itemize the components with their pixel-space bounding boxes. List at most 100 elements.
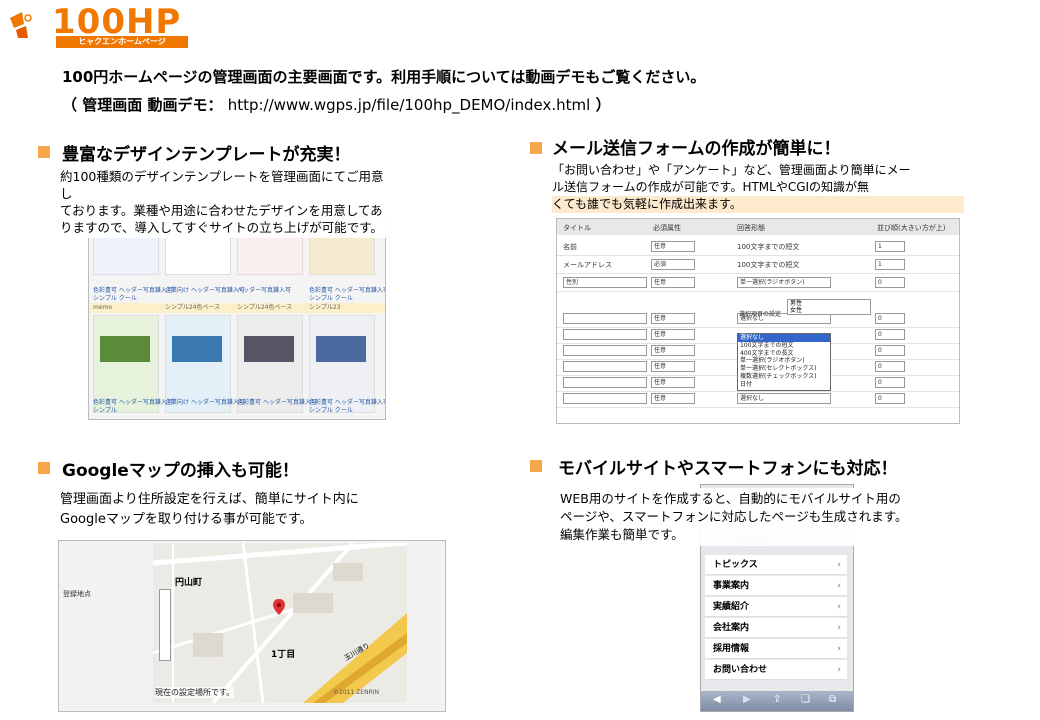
logo-mark-icon [10,12,32,38]
choices-textarea[interactable]: 男性 女性 [787,299,871,315]
field-title-input[interactable] [563,377,647,388]
order-input[interactable]: 0 [875,361,905,372]
required-select[interactable]: 任意 [651,313,695,324]
chevron-right-icon: › [837,560,841,570]
field-title: メールアドレス [563,261,612,269]
intro-line-1: 100円ホームページの管理画面の主要画面です。利用手順については動画デモもご覧く… [62,68,706,86]
field-title-input[interactable] [563,393,647,404]
field-title-input[interactable] [563,345,647,356]
intro-end: ） [595,96,611,114]
choice-label: 選択項目の設定 [739,311,782,318]
required-select[interactable]: 必須 [651,259,695,270]
form-table-row: メールアドレス 必須 100文字までの短文 1 [557,257,959,274]
answer-type-select[interactable]: 選択なし [737,393,831,404]
template-caption: 色彩豊可 ヘッダー写真鎌入可 [309,399,386,406]
required-select[interactable]: 任意 [651,277,695,288]
order-input[interactable]: 0 [875,345,905,356]
required-select[interactable]: 任意 [651,377,695,388]
demo-url-link[interactable]: http://www.wgps.jp/file/100hp_DEMO/index… [228,96,591,114]
mobile-menu-label: お問い合わせ [713,665,768,675]
field-title-input[interactable] [563,329,647,340]
bullet-square-icon [38,462,50,474]
chevron-right-icon: › [837,602,841,612]
templates-screenshot: 色彩豊可 ヘッダー写真鎌入可 企業向け ヘッダー写真鎌入可 ヘッダー写真鎌入可 … [88,222,386,420]
mobile-menu-item[interactable]: 実績紹介 › [705,597,847,617]
map-label-maruyamacho: 円山町 [175,578,203,588]
required-select[interactable]: 任意 [651,361,695,372]
field-title-input[interactable] [563,313,647,324]
template-caption: 色彩豊可 ヘッダー写真鎌入可 [237,399,317,406]
order-input[interactable]: 0 [875,329,905,340]
form-table-row: 性別 任意 単一選択(ラジオボタン) 0 [557,275,959,292]
chevron-right-icon: › [837,665,841,675]
order-input[interactable]: 1 [875,259,905,270]
template-caption: 色彩豊可 ヘッダー写真鎌入可 [93,287,173,294]
map-label-1chome: 1丁目 [271,650,296,660]
answer-type-dropdown-list[interactable]: 選択なし 100文字までの短文 400文字までの長文 単一選択(ラジオボタン) … [737,333,831,391]
form-table-header: タイトル 必須属性 回答形態 並び順(大きい方が上) [557,219,959,235]
form-table-row: 任意 選択なし 0 [557,391,959,408]
logo: 100HP ヒャクエンホームページ [8,4,188,50]
googlemap-title: Googleマップの挿入も可能！ [62,461,299,481]
template-caption: シンプル [93,407,117,414]
googlemap-screenshot: 登録地点 円山町 1丁目 玉川通り ©2011 ZENRIN 現在の設定場所です… [58,540,446,712]
mailform-screenshot: タイトル 必須属性 回答形態 並び順(大きい方が上) 名前 任意 100文字までの短… [556,218,960,424]
intro-line-2: （ 管理画面 動画デモ： http://www.wgps.jp/file/100… [62,94,611,115]
answer-type-select[interactable]: 単一選択(ラジオボタン) [737,277,831,288]
order-input[interactable]: 0 [875,377,905,388]
map-marker-icon[interactable] [273,599,285,615]
mobile-browser-toolbar: ◀ ▶ ⇪ ❏ ⧉ [701,691,853,711]
required-select[interactable]: 任意 [651,393,695,404]
field-title: 名前 [563,243,577,251]
registered-point-label: 登録地点 [63,590,91,598]
order-input[interactable]: 1 [875,241,905,252]
logo-subtitle: ヒャクエンホームページ [56,36,188,48]
mobile-menu-label: 会社案内 [713,623,750,633]
mobile-menu-item[interactable]: 採用情報 › [705,639,847,659]
field-title-input[interactable] [563,361,647,372]
required-select[interactable]: 任意 [651,345,695,356]
required-select[interactable]: 任意 [651,329,695,340]
logo-text: 100HP [52,2,182,42]
answer-type-text: 100文字までの短文 [737,261,800,269]
field-title-input[interactable]: 性別 [563,277,647,288]
template-caption: 色彩豊可 ヘッダー写真鎌入可 [309,287,386,294]
mobile-menu-label: トピックス [713,560,758,570]
bullet-square-icon [530,142,542,154]
mobile-title: モバイルサイトやスマートフォンにも対応！ [558,459,898,479]
mobile-menu-item[interactable]: お問い合わせ › [705,660,847,680]
map-copyright: ©2011 ZENRIN [333,689,379,696]
mobile-menu-label: 実績紹介 [713,602,750,612]
mobile-menu-item[interactable]: 会社案内 › [705,618,847,638]
mobile-menu-item[interactable]: 事業案内 › [705,576,847,596]
map-canvas[interactable]: 円山町 1丁目 玉川通り ©2011 ZENRIN [153,543,407,703]
current-location-note: 現在の設定場所です。 [155,687,235,698]
intro-demo-label: （ 管理画面 動画デモ： [62,96,223,114]
mobile-menu-item[interactable]: トピックス › [705,555,847,575]
template-caption: ヘッダー写真鎌入可 [237,287,292,294]
map-zoom-slider[interactable] [159,589,171,661]
chevron-right-icon: › [837,644,841,654]
order-input[interactable]: 0 [875,277,905,288]
template-caption: シンプル クール [309,295,353,302]
chevron-right-icon: › [837,581,841,591]
templates-description: 約100種類のデザインテンプレートを管理画面にてご用意し ております。業種や用途… [56,166,394,238]
tabs-icon[interactable]: ⧉ [829,694,836,705]
template-caption: シンプル クール [93,295,137,302]
back-arrow-icon[interactable]: ◀ [713,694,721,705]
order-input[interactable]: 0 [875,393,905,404]
googlemap-description: 管理画面より住所設定を行えば、簡単にサイト内に Googleマップを取り付ける事… [56,488,450,532]
template-caption: 色彩豊可 ヘッダー写真鎌入可 [93,399,173,406]
template-row-header: memo シンプル24色ベース シンプル24色ベース シンプル23 [89,303,385,313]
mobile-menu-label: 事業案内 [713,581,750,591]
order-input[interactable]: 0 [875,313,905,324]
bullet-square-icon [530,460,542,472]
required-select[interactable]: 任意 [651,241,695,252]
mobile-description: WEB用のサイトを作成すると、自動的にモバイルサイト用の ページや、スマートフォ… [556,488,964,546]
form-table-row: 名前 任意 100文字までの短文 1 [557,239,959,256]
bookmarks-icon[interactable]: ❏ [801,694,810,705]
share-icon[interactable]: ⇪ [773,694,781,705]
templates-title: 豊富なデザインテンプレートが充実！ [62,145,351,165]
mailform-description: 「お問い合わせ」や「アンケート」など、管理画面より簡単にメー ル送信フォームの作… [548,160,968,215]
forward-arrow-icon[interactable]: ▶ [743,694,751,705]
